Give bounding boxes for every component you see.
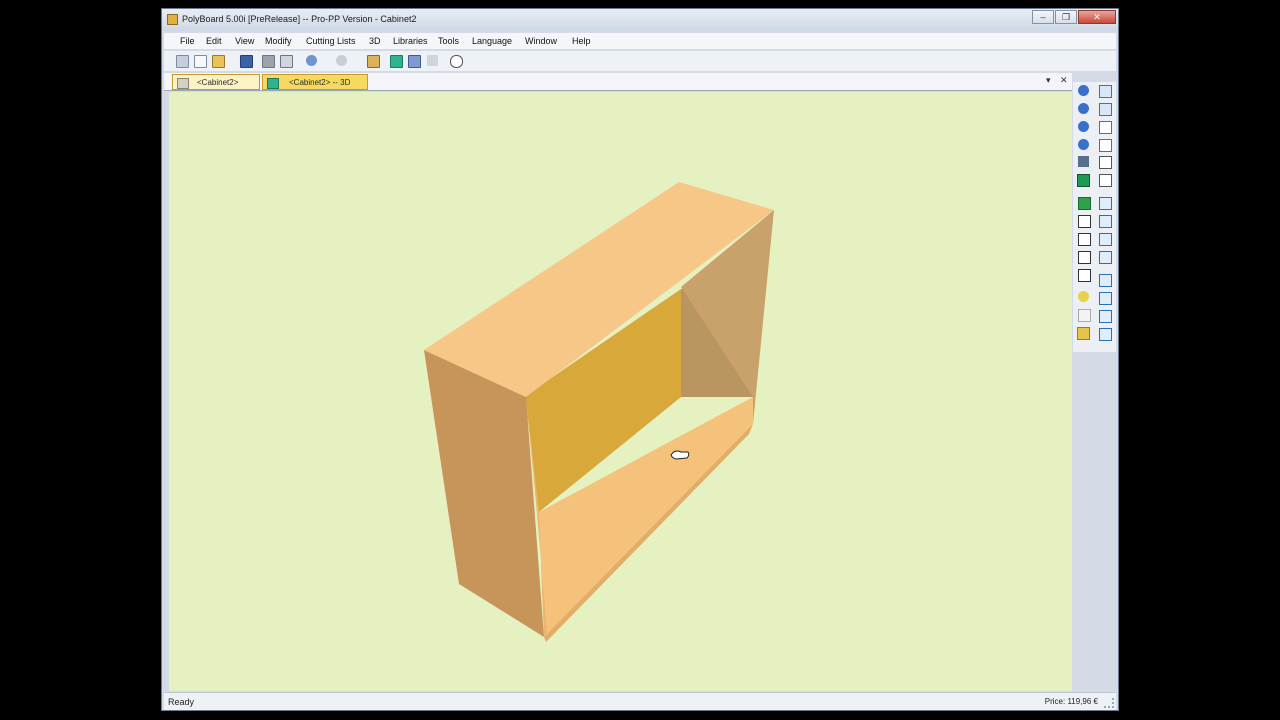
minimize-button[interactable]: – bbox=[1032, 10, 1054, 24]
view-back-icon[interactable] bbox=[1099, 103, 1112, 116]
view-right-icon[interactable] bbox=[1099, 139, 1112, 152]
open-folder-icon[interactable] bbox=[212, 55, 225, 68]
app-window: PolyBoard 5.00i [PreRelease] -- Pro-PP V… bbox=[161, 8, 1119, 711]
menu-modify[interactable]: Modify bbox=[265, 36, 292, 46]
document-tab-bar: <Cabinet2> <Cabinet2> -- 3D ▾ ✕ bbox=[164, 73, 1072, 91]
3d-cube-icon bbox=[267, 78, 279, 89]
menu-language[interactable]: Language bbox=[472, 36, 512, 46]
menu-libraries[interactable]: Libraries bbox=[393, 36, 428, 46]
menu-cutting-lists[interactable]: Cutting Lists bbox=[306, 36, 356, 46]
new-file-icon[interactable] bbox=[194, 55, 207, 68]
cabinet-3d-model[interactable] bbox=[169, 92, 1072, 691]
iso-view-4-icon[interactable] bbox=[1099, 251, 1112, 264]
view-front-icon[interactable] bbox=[1099, 85, 1112, 98]
undo-icon[interactable] bbox=[306, 55, 317, 66]
iso-view-8-icon[interactable] bbox=[1099, 328, 1112, 341]
rotate-view-icon[interactable] bbox=[1078, 85, 1089, 96]
main-toolbar bbox=[164, 51, 1116, 71]
tab-cabinet2-3d-label: <Cabinet2> -- 3D bbox=[289, 78, 351, 87]
light-bulb-icon[interactable] bbox=[1078, 291, 1089, 302]
save-icon[interactable] bbox=[240, 55, 253, 68]
cabinet-properties-icon[interactable] bbox=[367, 55, 380, 68]
3d-viewport[interactable] bbox=[169, 92, 1072, 691]
menu-help[interactable]: Help bbox=[572, 36, 591, 46]
close-window-button[interactable]: ✕ bbox=[1078, 10, 1116, 24]
edges-icon[interactable] bbox=[1078, 269, 1091, 282]
menu-view[interactable]: View bbox=[235, 36, 254, 46]
polyboard-app-icon bbox=[167, 14, 178, 25]
iso-view-7-icon[interactable] bbox=[1099, 310, 1112, 323]
iso-view-6-icon[interactable] bbox=[1099, 292, 1112, 305]
new-cabinet-icon[interactable] bbox=[176, 55, 189, 68]
title-bar[interactable]: PolyBoard 5.00i [PreRelease] -- Pro-PP V… bbox=[162, 9, 1118, 31]
maximize-button[interactable]: ❐ bbox=[1055, 10, 1077, 24]
shaded-render-icon[interactable] bbox=[1078, 197, 1091, 210]
multi-view-icon[interactable] bbox=[408, 55, 421, 68]
spin-right-icon[interactable] bbox=[1078, 139, 1089, 150]
hidden-lines-icon[interactable] bbox=[1078, 233, 1091, 246]
rotate-hand-cursor-icon bbox=[669, 448, 691, 464]
iso-view-3-icon[interactable] bbox=[1099, 233, 1112, 246]
iso-view-2-icon[interactable] bbox=[1099, 215, 1112, 228]
close-tab-icon[interactable]: ✕ bbox=[1060, 75, 1068, 86]
tab-cabinet2-3d[interactable]: <Cabinet2> -- 3D bbox=[262, 74, 368, 90]
redo-icon[interactable] bbox=[336, 55, 347, 66]
iso-view-5-icon[interactable] bbox=[1099, 274, 1112, 287]
menu-window[interactable]: Window bbox=[525, 36, 557, 46]
tab-cabinet2[interactable]: <Cabinet2> bbox=[172, 74, 260, 90]
solid-render-icon[interactable] bbox=[1077, 174, 1090, 187]
spin-left-icon[interactable] bbox=[1078, 121, 1089, 132]
resize-grip-icon[interactable] bbox=[1104, 698, 1114, 708]
info-icon[interactable] bbox=[450, 55, 463, 68]
view-bottom-icon[interactable] bbox=[1099, 174, 1112, 187]
tab-cabinet2-label: <Cabinet2> bbox=[197, 78, 239, 87]
window-title: PolyBoard 5.00i [PreRelease] -- Pro-PP V… bbox=[182, 14, 417, 24]
auto-rotate-icon[interactable] bbox=[1078, 156, 1089, 167]
print-icon[interactable] bbox=[262, 55, 275, 68]
status-text: Ready bbox=[168, 697, 195, 707]
3d-view-icon[interactable] bbox=[390, 55, 403, 68]
print-preview-icon[interactable] bbox=[280, 55, 293, 68]
orbit-icon[interactable] bbox=[1078, 103, 1089, 114]
view-tools-sidebar bbox=[1073, 82, 1116, 352]
menu-edit[interactable]: Edit bbox=[206, 36, 222, 46]
menu-tools[interactable]: Tools bbox=[438, 36, 459, 46]
iso-view-1-icon[interactable] bbox=[1099, 197, 1112, 210]
outline-icon[interactable] bbox=[1078, 251, 1091, 264]
menu-file[interactable]: File bbox=[180, 36, 195, 46]
view-left-icon[interactable] bbox=[1099, 121, 1112, 134]
status-bar: Ready Price: 119,96 € bbox=[164, 692, 1116, 710]
transparency-icon[interactable] bbox=[1078, 309, 1091, 322]
view-top-icon[interactable] bbox=[1099, 156, 1112, 169]
menu-3d[interactable]: 3D bbox=[369, 36, 381, 46]
tab-list-dropdown-icon[interactable]: ▾ bbox=[1046, 75, 1051, 86]
menu-bar: File Edit View Modify Cutting Lists 3D L… bbox=[164, 33, 1116, 49]
disabled-tool-icon[interactable] bbox=[427, 55, 438, 66]
material-icon[interactable] bbox=[1077, 327, 1090, 340]
wireframe-icon[interactable] bbox=[1078, 215, 1091, 228]
plan-view-icon bbox=[177, 78, 189, 89]
price-readout: Price: 119,96 € bbox=[1044, 697, 1098, 706]
